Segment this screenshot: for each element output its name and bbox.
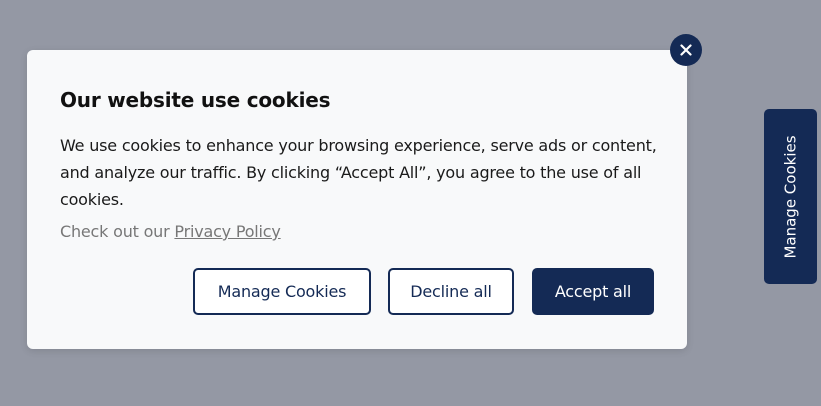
side-tab-label: Manage Cookies	[781, 134, 800, 259]
manage-cookies-side-tab[interactable]: Manage Cookies	[764, 109, 817, 284]
cookie-consent-dialog: Our website use cookies We use cookies t…	[27, 50, 687, 349]
close-button[interactable]	[670, 34, 702, 66]
close-icon	[680, 44, 692, 56]
accept-all-button[interactable]: Accept all	[532, 268, 654, 315]
privacy-policy-link[interactable]: Privacy Policy	[174, 222, 280, 241]
dialog-title: Our website use cookies	[60, 88, 331, 112]
dialog-description: We use cookies to enhance your browsing …	[60, 136, 657, 209]
privacy-policy-line: Check out our Privacy Policy	[60, 222, 281, 241]
decline-all-button[interactable]: Decline all	[388, 268, 514, 315]
privacy-policy-prefix: Check out our	[60, 222, 170, 241]
manage-cookies-button[interactable]: Manage Cookies	[193, 268, 371, 315]
